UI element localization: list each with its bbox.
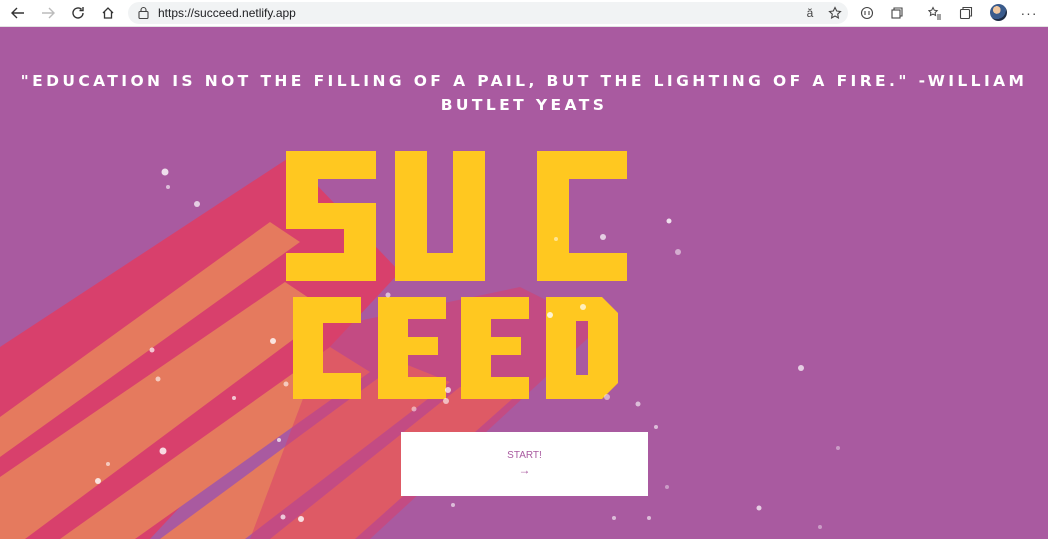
- arrow-right-icon[interactable]: →: [401, 463, 648, 477]
- extension-icon[interactable]: [857, 3, 877, 23]
- refresh-icon[interactable]: [68, 3, 88, 23]
- url-text[interactable]: https://succeed.netlify.app: [158, 6, 296, 20]
- home-icon[interactable]: [98, 3, 118, 23]
- favorite-add-icon[interactable]: [825, 3, 845, 23]
- start-button-label[interactable]: START!: [401, 450, 648, 461]
- page-background: "EDUCATION IS NOT THE FILLING OF A PAIL,…: [0, 27, 1048, 539]
- browser-toolbar: https://succeed.netlify.app ă ···: [0, 0, 1048, 27]
- favorites-icon[interactable]: [925, 3, 945, 23]
- address-bar[interactable]: https://succeed.netlify.app: [128, 2, 848, 24]
- tab-actions-icon[interactable]: [956, 3, 976, 23]
- collections-icon[interactable]: [887, 3, 907, 23]
- profile-avatar[interactable]: [990, 4, 1007, 21]
- lock-icon[interactable]: [138, 6, 149, 24]
- more-options-icon[interactable]: ···: [1019, 3, 1039, 23]
- forward-icon[interactable]: [38, 3, 58, 23]
- back-icon[interactable]: [8, 3, 28, 23]
- start-button[interactable]: START! →: [401, 432, 648, 496]
- read-aloud-icon[interactable]: ă: [800, 3, 820, 23]
